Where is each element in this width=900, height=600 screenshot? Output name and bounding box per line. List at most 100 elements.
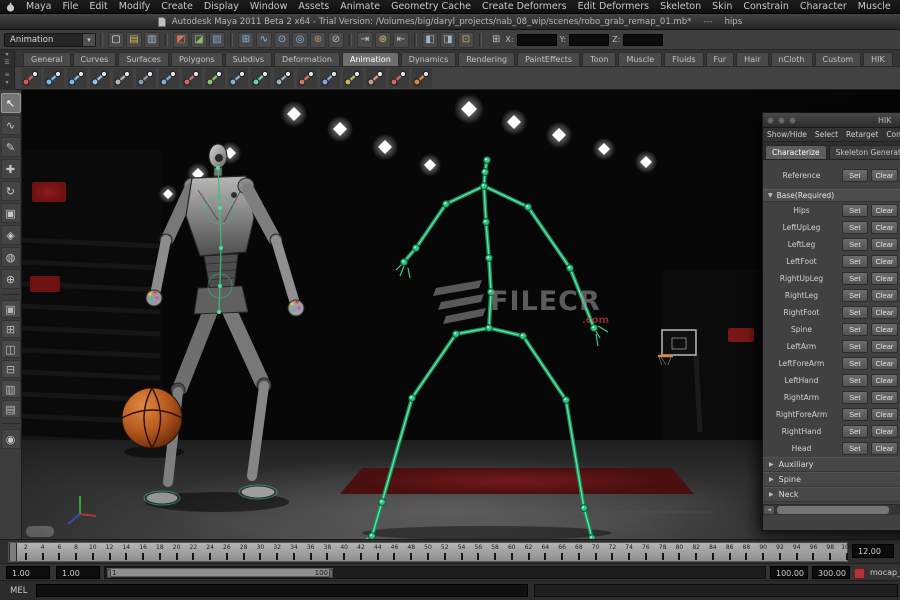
leftarm-clear-button[interactable]: Clear [871, 340, 899, 353]
output-connections-icon[interactable]: ⇤ [393, 32, 409, 48]
save-scene-icon[interactable]: ▥ [144, 32, 160, 48]
layout-four-pane-icon[interactable]: ⊞ [1, 320, 21, 338]
spine-clear-button[interactable]: Clear [871, 323, 899, 336]
input-box-mode-icon[interactable]: ⊞ [492, 34, 500, 45]
shelf-character-set-icon[interactable] [343, 68, 363, 88]
leftleg-set-button[interactable]: Set [842, 238, 868, 251]
open-scene-icon[interactable]: ▤ [126, 32, 142, 48]
scale-tool-icon[interactable]: ▣ [1, 203, 21, 223]
shelf-motion-trail-icon[interactable] [412, 68, 432, 88]
shelf-tab-animation[interactable]: Animation [342, 52, 399, 66]
shelf-joint-tool-icon[interactable] [44, 68, 64, 88]
rightfoot-set-button[interactable]: Set [842, 306, 868, 319]
lefthand-set-button[interactable]: Set [842, 374, 868, 387]
leftupleg-clear-button[interactable]: Clear [871, 221, 899, 234]
timeline-ruler[interactable]: 2468101214161820222426283032343638404244… [8, 542, 848, 562]
hips-set-button[interactable]: Set [842, 204, 868, 217]
layout-persp-outliner-icon[interactable]: ▥ [1, 380, 21, 398]
shelf-tab-dynamics[interactable]: Dynamics [401, 52, 456, 66]
universal-manipulator-icon[interactable]: ◈ [1, 225, 21, 245]
range-slider-active-range[interactable]: 1 100 [107, 568, 333, 577]
section-auxiliary[interactable]: ▶Auxiliary [763, 457, 900, 472]
shelf-pose-icon[interactable] [21, 68, 41, 88]
menu-assets[interactable]: Assets [298, 1, 329, 12]
leftleg-clear-button[interactable]: Clear [871, 238, 899, 251]
render-icon[interactable]: ◧ [422, 32, 438, 48]
menu-animate[interactable]: Animate [340, 1, 380, 12]
animation-start-field[interactable]: 1.00 [6, 566, 50, 579]
snap-release-icon[interactable]: ⊘ [328, 32, 344, 48]
menu-edit-deformers[interactable]: Edit Deformers [578, 1, 649, 12]
menu-skeleton[interactable]: Skeleton [660, 1, 701, 12]
menu-character[interactable]: Character [800, 1, 847, 12]
input-connections-icon[interactable]: ⇥ [357, 32, 373, 48]
menu-skin[interactable]: Skin [712, 1, 732, 12]
mel-label[interactable]: MEL [10, 586, 27, 596]
horizontal-scrollbar[interactable]: ◄ [763, 504, 900, 515]
select-hierarchy-icon[interactable]: ◩ [173, 32, 189, 48]
shelf-tab-rendering[interactable]: Rendering [458, 52, 515, 66]
shelf-constraint-icon[interactable] [228, 68, 248, 88]
rightarm-clear-button[interactable]: Clear [871, 391, 899, 404]
select-object-icon[interactable]: ◪ [191, 32, 207, 48]
make-live-icon[interactable]: ⊕ [310, 32, 326, 48]
snap-view-plane-icon[interactable]: ◎ [292, 32, 308, 48]
shelf-bone-chain-icon[interactable] [159, 68, 179, 88]
hik-menu-retarget[interactable]: Retarget [846, 130, 878, 139]
minimize-button[interactable] [778, 117, 785, 124]
scrollbar-thumb[interactable] [777, 506, 889, 514]
shelf-tab-subdivs[interactable]: Subdivs [225, 52, 272, 66]
rotate-tool-icon[interactable]: ↻ [1, 181, 21, 201]
character-set-icon[interactable] [854, 568, 865, 579]
snap-point-icon[interactable]: ⊙ [274, 32, 290, 48]
show-manipulator-icon[interactable]: ⊕ [1, 269, 21, 289]
select-component-icon[interactable]: ▨ [209, 32, 225, 48]
shelf-tab-general[interactable]: General [23, 52, 71, 66]
chevron-down-icon[interactable]: ▾ [82, 34, 95, 46]
shelf-tab-custom[interactable]: Custom [815, 52, 862, 66]
menu-window[interactable]: Window [250, 1, 287, 12]
character-set-value[interactable]: mocap_ [870, 568, 900, 577]
shelf-tab-muscle[interactable]: Muscle [618, 52, 662, 66]
shelf-tab-deformation[interactable]: Deformation [274, 52, 340, 66]
ipr-render-icon[interactable]: ◨ [440, 32, 456, 48]
shelf-character-icon[interactable] [90, 68, 110, 88]
shelf-tab-hair[interactable]: Hair [736, 52, 768, 66]
rightfoot-clear-button[interactable]: Clear [871, 306, 899, 319]
paint-select-tool-icon[interactable]: ✎ [1, 137, 21, 157]
hik-tab-characterize[interactable]: Characterize [765, 145, 827, 159]
reference-clear-button[interactable]: Clear [871, 169, 899, 182]
section-spine[interactable]: ▶Spine [763, 472, 900, 487]
menu-geometry-cache[interactable]: Geometry Cache [391, 1, 471, 12]
shelf-ik-spline-icon[interactable] [205, 68, 225, 88]
current-time-field[interactable]: 12.00 [852, 544, 894, 558]
select-tool-icon[interactable]: ↖ [1, 93, 21, 113]
shelf-orient-joint-icon[interactable] [251, 68, 271, 88]
menu-create-deformers[interactable]: Create Deformers [482, 1, 567, 12]
shelf-menu-widget[interactable]: ▾☰ [0, 50, 15, 66]
leftforearm-clear-button[interactable]: Clear [871, 357, 899, 370]
lefthand-clear-button[interactable]: Clear [871, 374, 899, 387]
timeline-playhead[interactable] [9, 543, 17, 561]
new-scene-icon[interactable]: ▢ [108, 32, 124, 48]
menu-create[interactable]: Create [161, 1, 193, 12]
shelf-rebuild-icon[interactable] [320, 68, 340, 88]
hik-window-titlebar[interactable]: HIK [763, 113, 900, 128]
shelf-retarget-icon[interactable] [366, 68, 386, 88]
shelf-tab-hik[interactable]: HIK [863, 52, 893, 66]
hips-clear-button[interactable]: Clear [871, 204, 899, 217]
shelf-tab-surfaces[interactable]: Surfaces [118, 52, 169, 66]
hik-tab-skeleton-generator[interactable]: Skeleton Generator [829, 145, 900, 159]
range-right-handle[interactable] [329, 569, 333, 578]
rightforearm-set-button[interactable]: Set [842, 408, 868, 421]
leftforearm-set-button[interactable]: Set [842, 357, 868, 370]
rightupleg-clear-button[interactable]: Clear [871, 272, 899, 285]
range-left-handle[interactable] [107, 569, 111, 578]
shelf-ik-handle-icon[interactable] [67, 68, 87, 88]
zoom-button[interactable] [789, 117, 796, 124]
section-neck[interactable]: ▶Neck [763, 487, 900, 502]
shelf-tab-polygons[interactable]: Polygons [171, 52, 223, 66]
layout-hypergraph-icon[interactable]: ▤ [1, 400, 21, 418]
shelf-tab-curves[interactable]: Curves [73, 52, 117, 66]
reference-set-button[interactable]: Set [842, 169, 868, 182]
